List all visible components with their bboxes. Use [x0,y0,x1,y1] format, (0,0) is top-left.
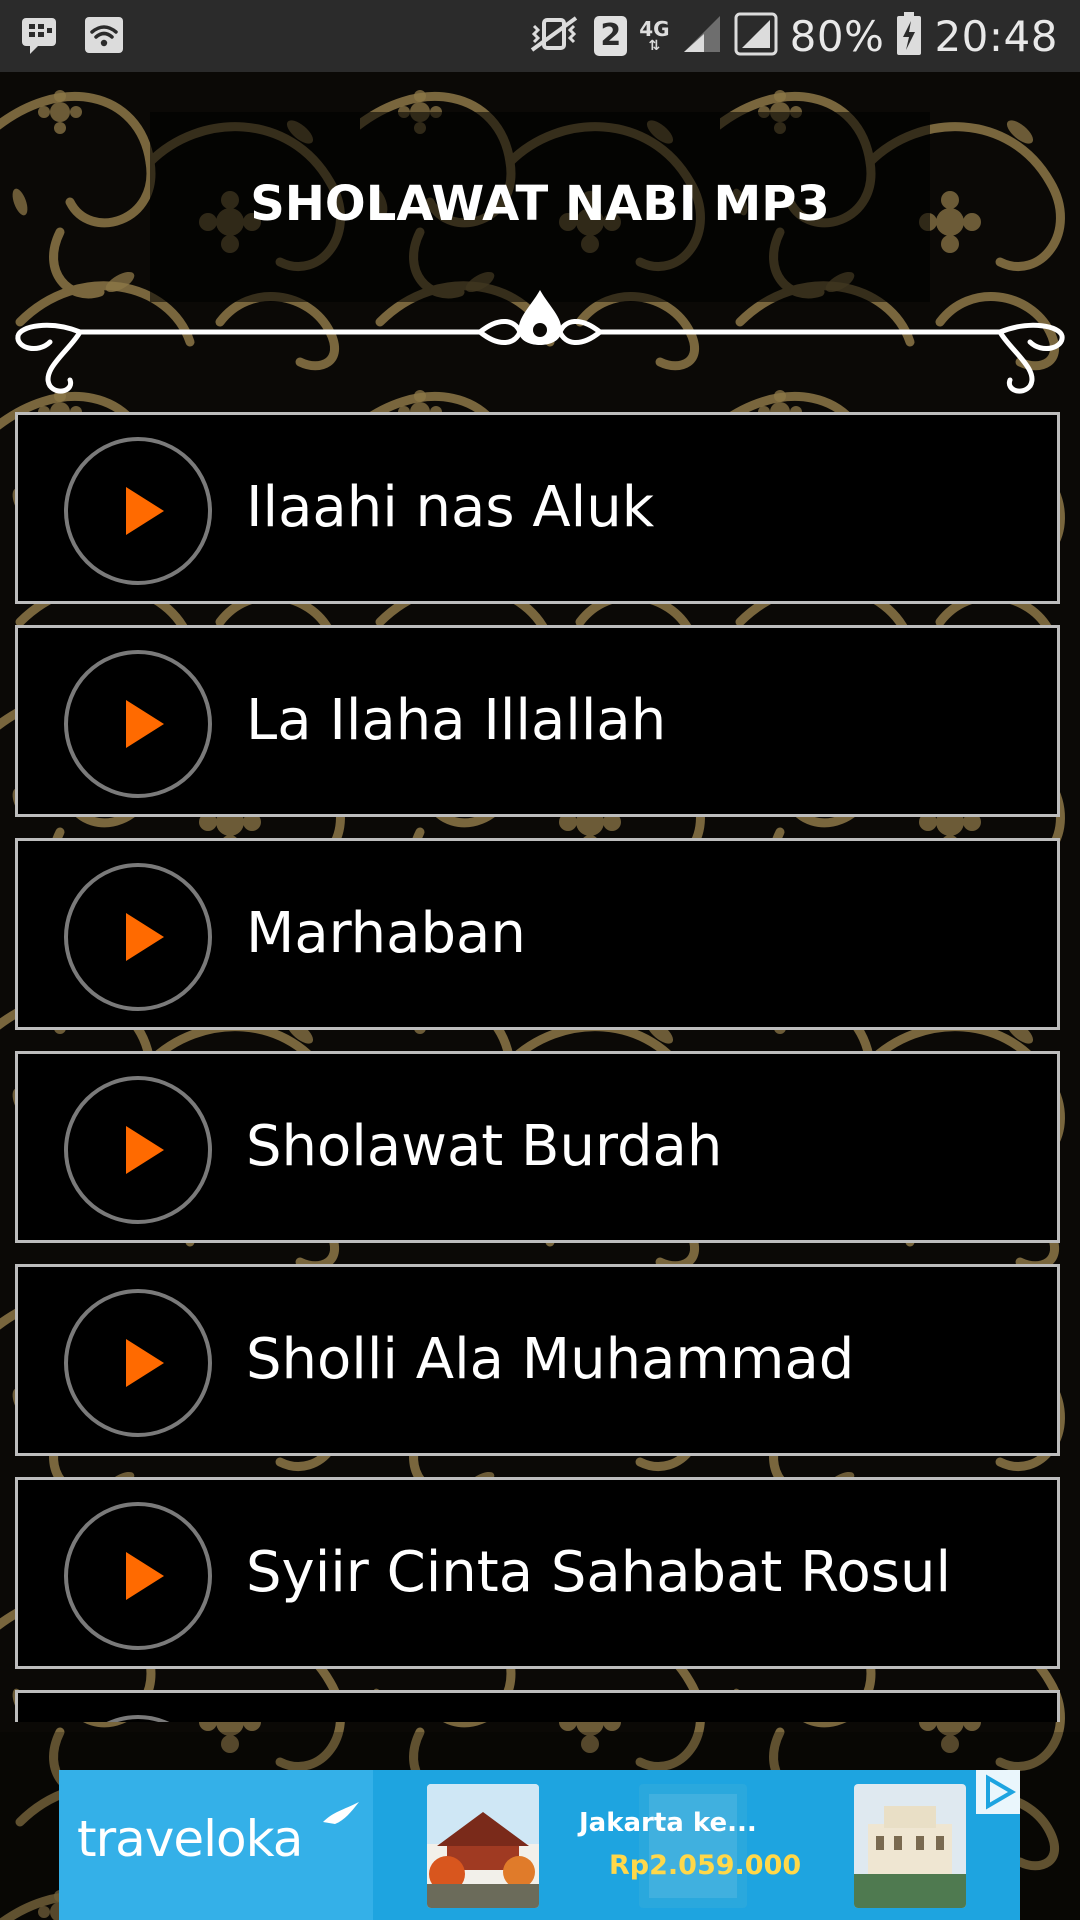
play-icon [126,700,164,748]
track-row-partial[interactable] [15,1690,1060,1722]
play-button[interactable] [64,1289,212,1437]
track-row[interactable]: Ilaahi nas Aluk [15,412,1060,604]
track-row[interactable]: Sholli Ala Muhammad [15,1264,1060,1456]
bird-logo-icon [323,1802,359,1824]
ad-image-ruins [854,1784,966,1908]
battery-charging-icon [896,12,922,60]
play-button[interactable] [64,1502,212,1650]
track-title: Sholawat Burdah [246,1114,723,1179]
play-icon [126,487,164,535]
ornamental-divider [15,290,1065,394]
screen: 2 4G ⇅ 80% 20:48 SHOLAWAT NABI MP3 Ilaah… [0,0,1080,1920]
ad-choices-button[interactable] [976,1770,1020,1814]
clock: 20:48 [934,11,1058,61]
ad-choices-icon [986,1774,1016,1810]
ad-brand-logo: traveloka [77,1810,303,1868]
track-row[interactable]: Sholawat Burdah [15,1051,1060,1243]
play-icon [126,1552,164,1600]
ad-price-text: Rp2.059.000 [609,1850,802,1881]
sim-slot-badge: 2 [594,16,628,56]
track-title: Syiir Cinta Sahabat Rosul [246,1540,952,1605]
play-button[interactable] [64,437,212,585]
network-type-label: 4G ⇅ [639,19,669,53]
track-title: Ilaahi nas Aluk [246,475,655,540]
page-title: SHOLAWAT NABI MP3 [250,176,830,232]
ad-image-faded [639,1784,747,1908]
play-icon [126,913,164,961]
bbm-icon [20,14,60,62]
play-button[interactable] [64,1715,212,1722]
ad-route-text: Jakarta ke... [579,1808,757,1838]
track-title: La Ilaha Illallah [246,688,667,753]
track-row[interactable]: Syiir Cinta Sahabat Rosul [15,1477,1060,1669]
signal-icon [682,14,722,58]
play-button[interactable] [64,1076,212,1224]
track-title: Sholli Ala Muhammad [246,1327,855,1392]
track-row[interactable]: Marhaban [15,838,1060,1030]
data-arrows-icon: ⇅ [648,38,661,54]
wifi-box-icon [84,14,124,62]
play-icon [126,1339,164,1387]
ad-banner[interactable]: traveloka Jakarta ke... Rp2.059.000 [59,1770,1020,1920]
ad-brand-panel: traveloka [59,1770,373,1920]
play-button[interactable] [64,650,212,798]
track-list[interactable]: Ilaahi nas Aluk La Ilaha Illallah Marhab… [0,412,1080,1722]
ad-image-palace [427,1784,539,1908]
track-title: Marhaban [246,901,526,966]
play-icon [126,1126,164,1174]
play-button[interactable] [64,863,212,1011]
track-row[interactable]: La Ilaha Illallah [15,625,1060,817]
vibrate-mute-icon [526,14,582,58]
signal-2-icon [734,12,778,60]
battery-percent: 80% [789,11,885,61]
status-bar: 2 4G ⇅ 80% 20:48 [0,0,1080,72]
